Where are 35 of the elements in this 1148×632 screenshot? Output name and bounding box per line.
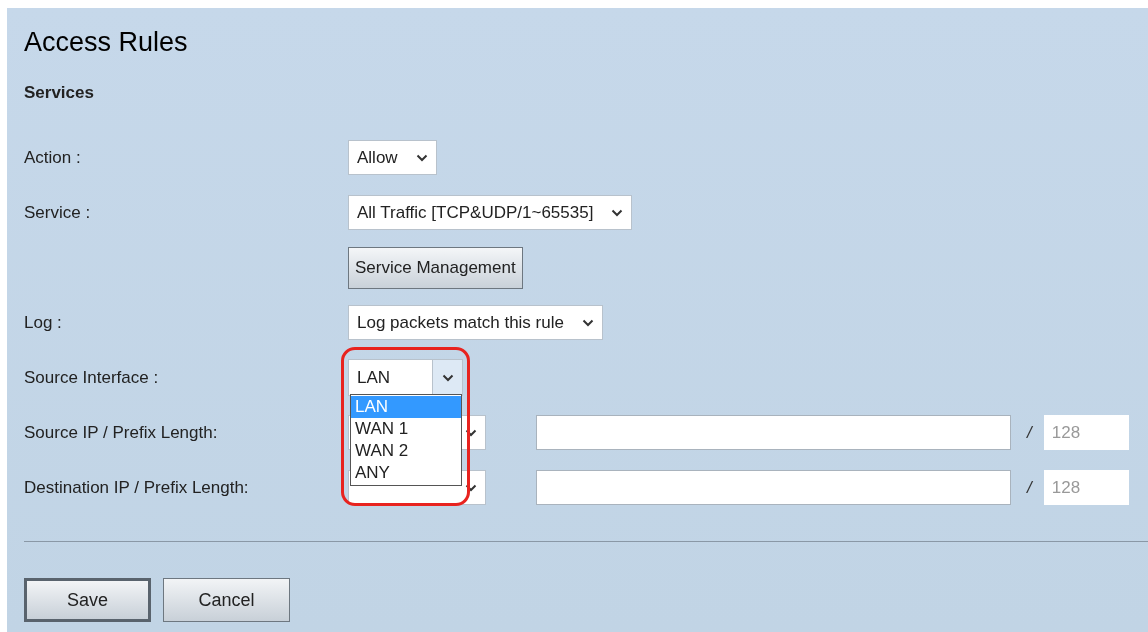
chevron-down-icon bbox=[465, 483, 477, 492]
field-label: Action : bbox=[24, 147, 81, 167]
select-field[interactable]: Log packets match this rule bbox=[348, 305, 603, 340]
dropdown-option[interactable]: ANY bbox=[351, 462, 461, 484]
field-label: Destination IP / Prefix Length: bbox=[24, 477, 249, 497]
select-field[interactable]: All Traffic [TCP&UDP/1~65535] bbox=[348, 195, 633, 230]
select-value: LAN bbox=[356, 366, 392, 389]
page-title: Access Rules bbox=[24, 25, 188, 59]
field-label: Log : bbox=[24, 312, 62, 332]
prefix-length-field[interactable]: 128 bbox=[1043, 470, 1129, 505]
select-value: Allow bbox=[357, 146, 398, 169]
select-value: Log packets match this rule bbox=[357, 311, 564, 334]
dropdown-option[interactable]: WAN 2 bbox=[351, 440, 461, 462]
field-label: Source IP / Prefix Length: bbox=[24, 422, 218, 442]
section-heading: Services bbox=[24, 82, 94, 105]
separator-text: / bbox=[1027, 421, 1032, 444]
chevron-down-icon bbox=[441, 373, 454, 382]
dropdown-toggle[interactable] bbox=[432, 360, 462, 395]
prefix-length-field[interactable]: 128 bbox=[1043, 415, 1129, 450]
select-field[interactable]: Allow bbox=[348, 140, 437, 175]
field-label: Source Interface : bbox=[24, 367, 159, 387]
form-button[interactable]: Save bbox=[24, 578, 151, 622]
select-field[interactable]: LAN bbox=[348, 359, 463, 396]
service-management-button[interactable]: Service Management bbox=[348, 246, 523, 289]
select-value: All Traffic [TCP&UDP/1~65535] bbox=[357, 201, 594, 224]
ip-input-field[interactable] bbox=[536, 415, 1011, 450]
chevron-down-icon bbox=[415, 153, 428, 162]
field-label: Service : bbox=[24, 202, 91, 222]
chevron-down-icon bbox=[581, 318, 594, 327]
ip-input-field[interactable] bbox=[536, 470, 1011, 505]
chevron-down-icon bbox=[465, 428, 477, 437]
separator-text: / bbox=[1027, 476, 1032, 499]
dropdown-option[interactable]: WAN 1 bbox=[351, 418, 461, 440]
form-button[interactable]: Cancel bbox=[163, 578, 290, 622]
chevron-down-icon bbox=[611, 208, 624, 217]
